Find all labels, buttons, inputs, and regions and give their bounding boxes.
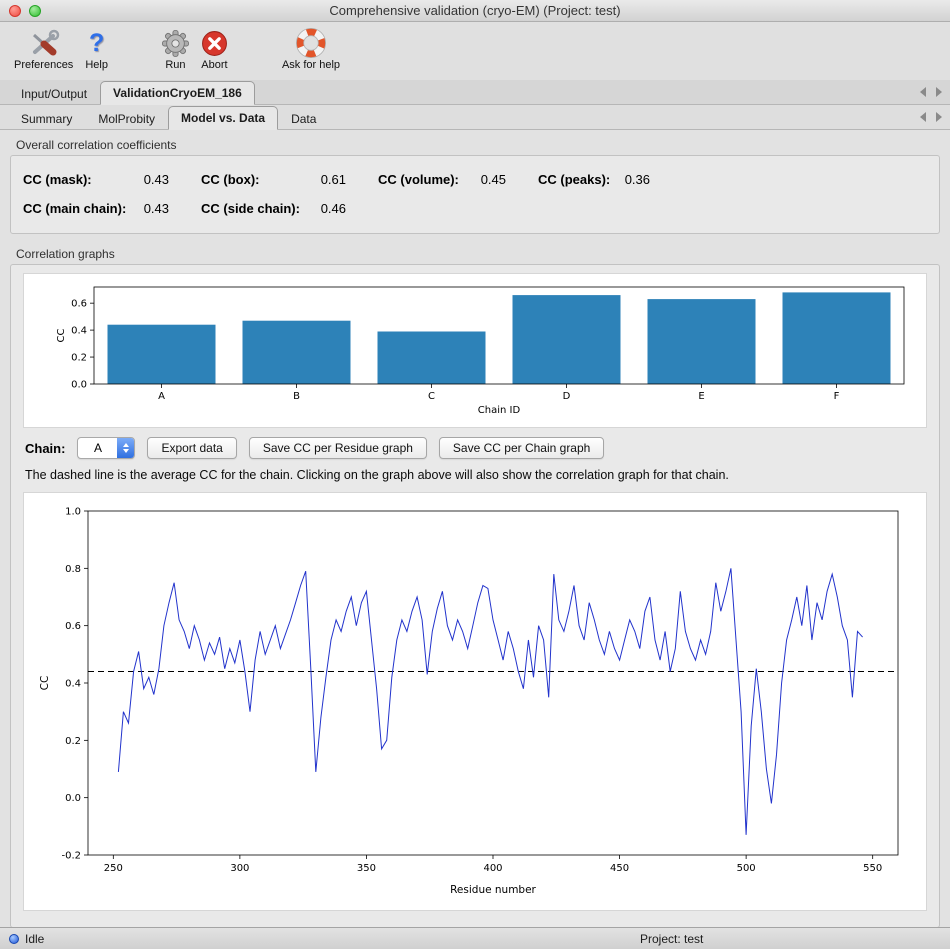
stat-cc-box: CC (box): 0.61	[201, 172, 346, 187]
status-state: Idle	[0, 932, 44, 946]
tabbar-level2: Summary MolProbity Model vs. Data Data	[0, 105, 950, 130]
save-cc-per-residue-graph-button[interactable]: Save CC per Residue graph	[249, 437, 427, 459]
tab-molprobity[interactable]: MolProbity	[85, 107, 168, 130]
tab-scroll-left-icon[interactable]	[920, 87, 926, 97]
toolbar-item-label: Abort	[201, 59, 227, 71]
svg-text:450: 450	[610, 863, 629, 874]
svg-text:F: F	[834, 391, 840, 402]
chain-select-value: A	[78, 438, 117, 458]
tab-input-output[interactable]: Input/Output	[8, 82, 100, 105]
app-window: Comprehensive validation (cryo-EM) (Proj…	[0, 0, 950, 949]
svg-text:0.6: 0.6	[65, 621, 81, 632]
toolbar-item-label: Ask for help	[282, 59, 340, 71]
chain-label: Chain:	[25, 441, 65, 456]
svg-text:E: E	[698, 391, 704, 402]
chain-controls: Chain: A Export data Save CC per Residue…	[25, 436, 925, 460]
ask-for-help-button[interactable]: Ask for help	[276, 26, 346, 72]
chain-select[interactable]: A	[77, 437, 135, 459]
svg-text:C: C	[428, 391, 435, 402]
toolbar-item-label: Preferences	[14, 59, 73, 71]
correlation-graphs-box: 0.0 0.2 0.4 0.6 A B C D E F Chain ID CC Chain: A Ex…	[10, 264, 940, 928]
section-title: Correlation graphs	[16, 247, 940, 261]
status-indicator-icon	[9, 934, 19, 944]
dashed-line-note: The dashed line is the average CC for th…	[25, 468, 925, 482]
stat-cc-side-chain: CC (side chain): 0.46	[201, 201, 346, 216]
help-button[interactable]: ? Help	[79, 26, 114, 72]
svg-text:1.0: 1.0	[65, 507, 81, 518]
titlebar: Comprehensive validation (cryo-EM) (Proj…	[0, 0, 950, 22]
stat-cc-mask: CC (mask): 0.43	[23, 172, 169, 187]
tab-scroll-right-icon[interactable]	[936, 87, 942, 97]
gear-icon	[162, 27, 189, 59]
tab-scroll-controls	[920, 112, 942, 122]
run-button[interactable]: Run	[156, 26, 195, 72]
svg-text:Residue number: Residue number	[450, 884, 536, 896]
tab-data[interactable]: Data	[278, 107, 329, 130]
svg-text:0.6: 0.6	[71, 299, 87, 310]
tab-scroll-right-icon[interactable]	[936, 112, 942, 122]
tab-summary[interactable]: Summary	[8, 107, 85, 130]
svg-text:-0.2: -0.2	[61, 851, 81, 862]
section-title: Overall correlation coefficients	[16, 138, 940, 152]
correlation-graphs-section: Correlation graphs 0.0 0.2 0.4 0.6 A B C D E F Cha…	[10, 247, 940, 928]
cc-per-chain-chart-card: 0.0 0.2 0.4 0.6 A B C D E F Chain ID CC	[23, 273, 927, 428]
preferences-button[interactable]: Preferences	[8, 26, 79, 72]
tab-scroll-left-icon[interactable]	[920, 112, 926, 122]
cc-per-residue-line-chart: -0.2 0.0 0.2 0.4 0.6 0.8 1.0 250 300 350 400 450 500…	[30, 499, 914, 899]
svg-text:0.0: 0.0	[65, 793, 81, 804]
question-mark-icon: ?	[89, 27, 104, 59]
tab-scroll-controls	[920, 87, 942, 97]
status-text: Idle	[25, 932, 44, 946]
stat-cc-volume: CC (volume): 0.45	[378, 172, 506, 187]
main-content: Overall correlation coefficients CC (mas…	[0, 130, 950, 928]
svg-text:A: A	[158, 391, 165, 402]
stat-cc-main-chain: CC (main chain): 0.43	[23, 201, 169, 216]
overall-correlation-box: CC (mask): 0.43 CC (box): 0.61 CC (volum…	[10, 155, 940, 234]
status-project: Project: test	[640, 932, 703, 946]
svg-text:B: B	[293, 391, 300, 402]
tab-model-vs-data[interactable]: Model vs. Data	[168, 106, 278, 130]
svg-text:D: D	[563, 391, 571, 402]
svg-text:0.4: 0.4	[71, 326, 87, 337]
export-data-button[interactable]: Export data	[147, 437, 236, 459]
svg-text:0.0: 0.0	[71, 380, 87, 391]
svg-text:Chain ID: Chain ID	[478, 405, 521, 416]
svg-text:0.2: 0.2	[71, 353, 87, 364]
svg-text:CC: CC	[39, 676, 51, 691]
cc-per-chain-bar-chart[interactable]: 0.0 0.2 0.4 0.6 A B C D E F Chain ID CC	[30, 280, 914, 416]
close-window-button[interactable]	[9, 5, 21, 17]
cc-per-residue-chart-card: -0.2 0.0 0.2 0.4 0.6 0.8 1.0 250 300 350 400 450 500…	[23, 492, 927, 911]
tab-validationcryoem-186[interactable]: ValidationCryoEM_186	[100, 81, 255, 105]
abort-x-icon	[201, 27, 228, 59]
toolbar: Preferences ? Help	[0, 22, 950, 80]
traffic-lights	[9, 5, 41, 17]
svg-text:500: 500	[737, 863, 756, 874]
svg-text:550: 550	[863, 863, 882, 874]
tabbar-level1: Input/Output ValidationCryoEM_186	[0, 80, 950, 105]
stats-row-1: CC (mask): 0.43 CC (box): 0.61 CC (volum…	[23, 167, 927, 191]
svg-text:0.4: 0.4	[65, 679, 81, 690]
window-title: Comprehensive validation (cryo-EM) (Proj…	[0, 3, 950, 18]
svg-text:0.8: 0.8	[65, 564, 81, 575]
svg-text:CC: CC	[56, 329, 67, 343]
stats-row-2: CC (main chain): 0.43 CC (side chain): 0…	[23, 196, 927, 220]
statusbar: Idle Project: test	[0, 927, 950, 949]
svg-text:250: 250	[104, 863, 123, 874]
stat-cc-peaks: CC (peaks): 0.36	[538, 172, 650, 187]
save-cc-per-chain-graph-button[interactable]: Save CC per Chain graph	[439, 437, 604, 459]
life-ring-icon	[296, 27, 326, 59]
svg-text:350: 350	[357, 863, 376, 874]
toolbar-item-label: Run	[165, 59, 185, 71]
zoom-window-button[interactable]	[29, 5, 41, 17]
overall-correlation-section: Overall correlation coefficients CC (mas…	[10, 138, 940, 234]
abort-button[interactable]: Abort	[195, 26, 234, 72]
tools-icon	[27, 27, 61, 59]
chevron-up-down-icon	[117, 438, 134, 458]
svg-text:300: 300	[230, 863, 249, 874]
svg-text:400: 400	[483, 863, 502, 874]
toolbar-item-label: Help	[85, 59, 108, 71]
svg-text:0.2: 0.2	[65, 736, 81, 747]
